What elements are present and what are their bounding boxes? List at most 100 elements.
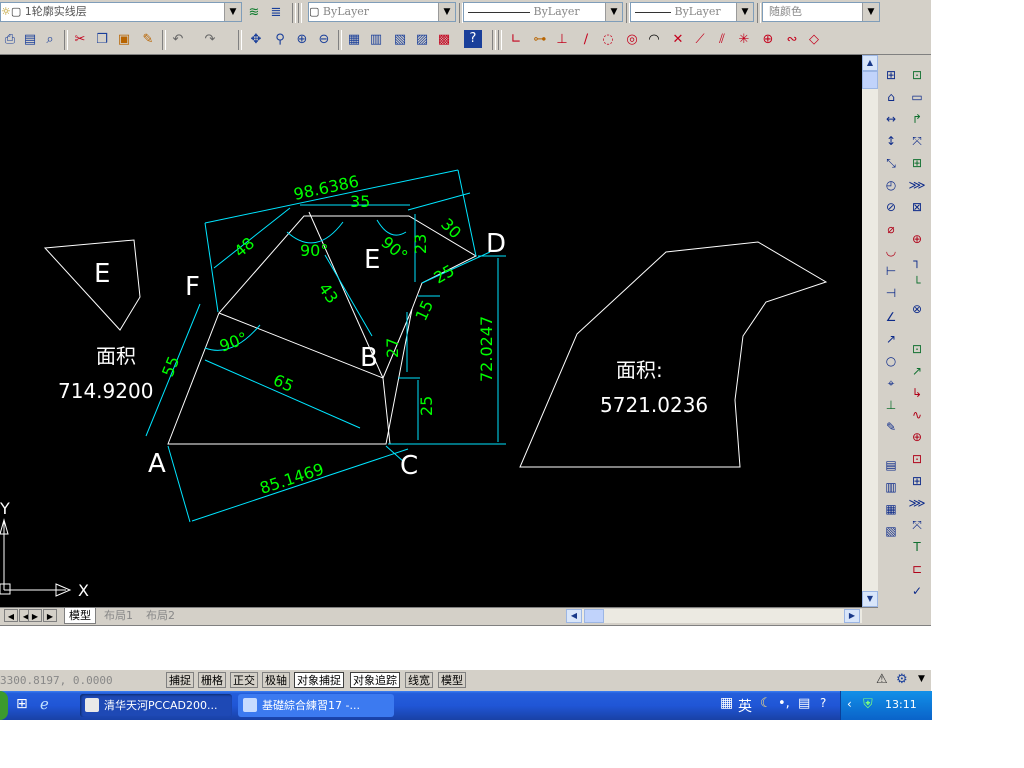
snap-nearest-icon[interactable]: ∾: [782, 30, 802, 50]
layer-match-icon[interactable]: ▦: [881, 499, 901, 519]
dim-edit-icon[interactable]: ✎: [881, 417, 901, 437]
draw-polyline-icon[interactable]: ↱: [907, 109, 927, 129]
ime-keyboard-icon[interactable]: ▤: [798, 696, 810, 711]
snap-node-icon[interactable]: ✳: [734, 30, 754, 50]
chevron-down-icon[interactable]: ▼: [224, 3, 241, 21]
toggle-lineweight[interactable]: 线宽: [405, 672, 433, 688]
tab-first-icon[interactable]: ◀: [4, 609, 18, 622]
zoom-previous-icon[interactable]: ⊖: [314, 30, 334, 50]
show-desktop-icon[interactable]: ⊞: [16, 696, 28, 712]
command-window[interactable]: [0, 625, 931, 672]
chevron-down-icon[interactable]: ▼: [605, 3, 622, 21]
scroll-left-button[interactable]: ◀: [566, 609, 582, 623]
modify-chamfer-icon[interactable]: ┐: [907, 251, 927, 271]
find-icon[interactable]: ⌕: [40, 30, 60, 50]
snap-insert-icon[interactable]: ⊕: [758, 30, 778, 50]
paste-icon[interactable]: ▣: [114, 30, 134, 50]
scroll-right-button[interactable]: ▶: [844, 609, 860, 623]
snap-perpendicular-icon[interactable]: ⟋: [690, 30, 710, 50]
check-icon[interactable]: ✓: [907, 581, 927, 601]
status-menu-icon[interactable]: ▼: [918, 674, 925, 684]
modify-fillet-icon[interactable]: └: [907, 273, 927, 293]
ime-language[interactable]: 英: [738, 696, 752, 716]
snap-none-icon[interactable]: ◇: [804, 30, 824, 50]
field-insert-icon[interactable]: ⊞: [907, 471, 927, 491]
chevron-down-icon[interactable]: ▼: [862, 3, 879, 21]
vertical-scrollbar[interactable]: ▲ ▼: [862, 55, 878, 607]
zoom-window-icon[interactable]: ⊕: [292, 30, 312, 50]
layer-previous-icon[interactable]: ≣: [266, 3, 286, 23]
ie-icon[interactable]: ℯ: [40, 695, 49, 713]
plotstyle-combo[interactable]: 随颜色 ▼: [762, 2, 880, 22]
layer-stack-icon[interactable]: ≋: [244, 3, 264, 23]
dim-tolerance-icon[interactable]: ⌖: [881, 373, 901, 393]
redo-icon[interactable]: ↷: [200, 30, 220, 50]
dim-aligned-icon[interactable]: ⌂: [881, 87, 901, 107]
markup-icon[interactable]: ▨: [412, 30, 432, 50]
calculator-icon[interactable]: ▩: [434, 30, 454, 50]
copy-icon[interactable]: ❐: [92, 30, 112, 50]
dim-baseline-icon[interactable]: ⊢: [881, 261, 901, 281]
properties-icon[interactable]: ▦: [344, 30, 364, 50]
table-insert-icon[interactable]: ⊕: [907, 427, 927, 447]
toggle-snap[interactable]: 捕捉: [166, 672, 194, 688]
text-multiline-icon[interactable]: ⊡: [907, 339, 927, 359]
ime-help-icon[interactable]: ?: [820, 696, 826, 710]
ime-moon-icon[interactable]: ☾: [760, 696, 772, 711]
text-icon[interactable]: T: [907, 537, 927, 557]
dim-leader-icon[interactable]: ↗: [881, 329, 901, 349]
layer-manager-icon[interactable]: ▤: [881, 455, 901, 475]
dim-center-icon[interactable]: ○: [881, 351, 901, 371]
color-combo[interactable]: ▢ ByLayer ▼: [308, 2, 456, 22]
ime-punct-icon[interactable]: •,: [778, 696, 790, 711]
start-button[interactable]: [0, 691, 8, 720]
snap-endpoint-icon[interactable]: ∟: [506, 30, 526, 50]
tab-model[interactable]: 模型: [64, 608, 96, 624]
tab-last-icon[interactable]: ▶: [43, 609, 57, 622]
horizontal-scrollbar[interactable]: ◀ ▶: [566, 609, 862, 623]
undo-icon[interactable]: ↶: [168, 30, 188, 50]
modify-insert-icon[interactable]: ⊕: [907, 229, 927, 249]
dim-jogged-icon[interactable]: ⌀: [881, 219, 901, 239]
modify-block-icon[interactable]: ⊞: [907, 153, 927, 173]
toggle-ortho[interactable]: 正交: [230, 672, 258, 688]
toggle-grid[interactable]: 栅格: [198, 672, 226, 688]
ime-icon[interactable]: ▦: [720, 695, 733, 711]
dim-aligned-2-icon[interactable]: ⤡: [881, 153, 901, 173]
design-center-icon[interactable]: ▥: [366, 30, 386, 50]
snap-apparent-icon[interactable]: ∕: [576, 30, 596, 50]
tray-expand-icon[interactable]: ‹: [847, 697, 852, 711]
scroll-thumb[interactable]: [862, 71, 878, 89]
layer-state-icon[interactable]: ▥: [881, 477, 901, 497]
draw-line-icon[interactable]: ⊡: [907, 65, 927, 85]
attribute-icon[interactable]: ⊏: [907, 559, 927, 579]
dim-diameter-icon[interactable]: ⊘: [881, 197, 901, 217]
taskbar-item-pccad[interactable]: 清华天河PCCAD200...: [80, 694, 232, 717]
snap-extension-icon[interactable]: ◌: [598, 30, 618, 50]
chevron-down-icon[interactable]: ▼: [736, 3, 753, 21]
toggle-model[interactable]: 模型: [438, 672, 466, 688]
spell-check-icon[interactable]: ⋙: [907, 493, 927, 513]
modify-array-icon[interactable]: ⋙: [907, 175, 927, 195]
toggle-osnap[interactable]: 对象捕捉: [294, 672, 344, 688]
tab-layout1[interactable]: 布局1: [100, 608, 137, 623]
dim-ordinate-icon[interactable]: ⊥: [881, 395, 901, 415]
plot-preview-icon[interactable]: ▤: [20, 30, 40, 50]
dim-radius-icon[interactable]: ◴: [881, 175, 901, 195]
draw-rect-icon[interactable]: ▭: [907, 87, 927, 107]
zoom-realtime-icon[interactable]: ⚲: [270, 30, 290, 50]
pan-icon[interactable]: ✥: [246, 30, 266, 50]
match-properties-icon[interactable]: ✎: [138, 30, 158, 50]
modify-scale-icon[interactable]: ⊠: [907, 197, 927, 217]
dim-angular-icon[interactable]: ∠: [881, 307, 901, 327]
find-replace-icon[interactable]: ⤧: [907, 515, 927, 535]
dim-linear-icon[interactable]: ⊞: [881, 65, 901, 85]
chevron-down-icon[interactable]: ▼: [438, 3, 455, 21]
snap-tangent-icon[interactable]: ✕: [668, 30, 688, 50]
tray-settings-icon[interactable]: ⚙: [896, 672, 908, 687]
modify-explode-icon[interactable]: ⊗: [907, 299, 927, 319]
dim-horizontal-icon[interactable]: ↔: [881, 109, 901, 129]
snap-midpoint-icon[interactable]: ⊶: [530, 30, 550, 50]
scroll-up-button[interactable]: ▲: [862, 55, 878, 71]
text-edit-icon[interactable]: ↳: [907, 383, 927, 403]
